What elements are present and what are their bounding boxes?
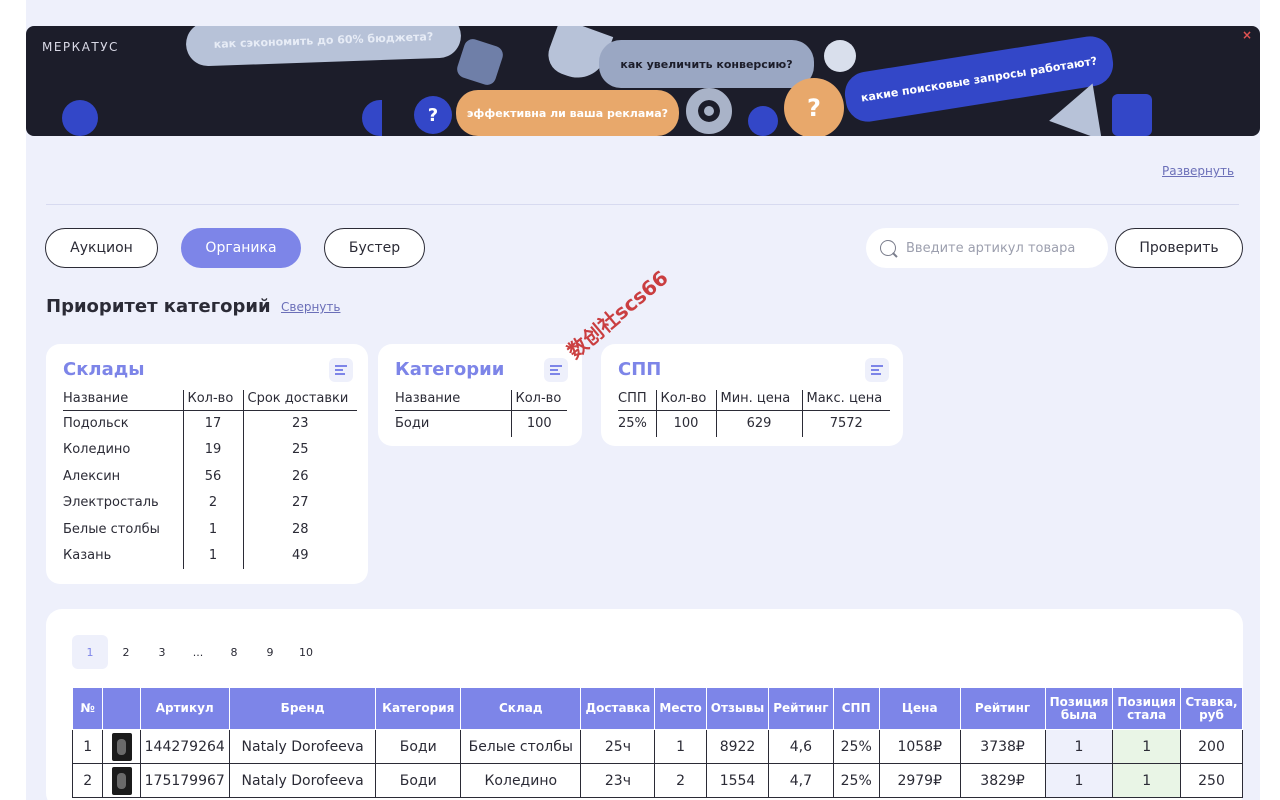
page-3[interactable]: 3 (144, 635, 180, 669)
col-header: Склад (460, 687, 582, 730)
table-row: Алексин 56 26 (63, 463, 357, 490)
warehouses-table: Название Кол-во Срок доставки Подольск 17… (63, 390, 357, 569)
col-header: СПП (832, 687, 880, 730)
col-header: Макс. цена (801, 390, 890, 411)
banner-bubble-conversion: как увеличить конверсию? (599, 40, 814, 88)
col-header: Срок доставки (242, 390, 357, 411)
collapse-link[interactable]: Свернуть (281, 300, 340, 314)
page-9[interactable]: 9 (252, 635, 288, 669)
check-button[interactable]: Проверить (1115, 228, 1243, 268)
col-header: Рейтинг (768, 687, 834, 730)
col-header: Позиция стала (1112, 687, 1181, 730)
table-row: 25% 100 629 7572 (618, 410, 890, 437)
col-header: Название (63, 390, 183, 411)
categories-card: Категории Название Кол-во Боди 100 (378, 344, 582, 446)
col-header: Ставка, руб (1180, 687, 1243, 730)
banner-bubble-ads: эффективна ли ваша реклама? (456, 90, 679, 136)
search-input[interactable] (906, 240, 1096, 256)
col-header: Позиция была (1044, 687, 1114, 730)
table-row[interactable]: 1 144279264 Nataly Dorofeeva Боди Белые … (71, 729, 1243, 764)
table-row: Коледино 19 25 (63, 436, 357, 463)
table-header: № Артикул Бренд Категория Склад Доставка… (71, 687, 1243, 730)
col-header: Доставка (580, 687, 656, 730)
page-8[interactable]: 8 (216, 635, 252, 669)
warehouses-card: Склады Название Кол-во Срок доставки Под… (46, 344, 368, 584)
page-1[interactable]: 1 (72, 635, 108, 669)
question-icon-orange: ? (784, 78, 844, 136)
card-title: СПП (618, 359, 662, 380)
banner-bubble-budget: как сэкономить до 60% бюджета? (185, 26, 462, 67)
question-icon: ? (414, 96, 452, 134)
banner-shape-tile (454, 36, 506, 88)
tab-organic[interactable]: Органика (181, 228, 301, 268)
card-title: Категории (395, 359, 505, 380)
col-header: Кол-во (182, 390, 243, 411)
promo-banner[interactable]: МЕРКАТУС как сэкономить до 60% бюджета? … (26, 26, 1260, 136)
sort-icon[interactable] (865, 358, 889, 382)
spp-table: СПП Кол-во Мин. цена Макс. цена 25% 100 62… (618, 390, 890, 437)
pagination: 1 2 3 ... 8 9 10 (72, 635, 324, 669)
merkatus-logo: МЕРКАТУС (42, 40, 119, 54)
results-panel: 1 2 3 ... 8 9 10 № Артикул Бренд Категор… (46, 609, 1243, 800)
banner-close-icon[interactable]: × (1242, 28, 1252, 42)
product-thumbnail[interactable] (111, 732, 132, 761)
table-row[interactable]: 2 175179967 Nataly Dorofeeva Боди Коледи… (71, 763, 1243, 798)
tab-booster[interactable]: Бустер (324, 228, 425, 268)
page-2[interactable]: 2 (108, 635, 144, 669)
gear-icon (686, 88, 732, 134)
table-row: Боди 100 (395, 410, 567, 437)
card-title: Склады (63, 359, 145, 380)
col-header: Место (654, 687, 707, 730)
search-icon (880, 240, 896, 256)
col-header: Отзывы (705, 687, 770, 730)
table-row: Подольск 17 23 (63, 410, 357, 437)
table-row: Казань 1 49 (63, 542, 357, 569)
sort-icon[interactable] (329, 358, 353, 382)
categories-table: Название Кол-во Боди 100 (395, 390, 567, 437)
section-title: Приоритет категорий (46, 296, 271, 317)
spp-card: СПП СПП Кол-во Мин. цена Макс. цена 25% 1… (601, 344, 903, 446)
article-search[interactable] (866, 228, 1108, 268)
col-header: Артикул (139, 687, 230, 730)
col-header: СПП (618, 390, 656, 411)
col-header: Бренд (228, 687, 377, 730)
col-header: Категория (375, 687, 462, 730)
product-thumbnail[interactable] (111, 766, 132, 795)
col-header: Кол-во (655, 390, 716, 411)
col-header: Кол-во (510, 390, 567, 411)
banner-shape-dot-mid (748, 106, 778, 136)
page-ellipsis: ... (192, 645, 204, 659)
col-header: Цена (878, 687, 961, 730)
divider (46, 204, 1239, 205)
sort-icon[interactable] (544, 358, 568, 382)
table-row: Электросталь 2 27 (63, 489, 357, 516)
banner-shape-dot-left (62, 100, 98, 136)
banner-shape-square (1112, 94, 1152, 136)
banner-shape-pie (824, 40, 856, 72)
col-header: Название (395, 390, 511, 411)
col-header: Рейтинг (959, 687, 1046, 730)
page-10[interactable]: 10 (288, 635, 324, 669)
results-table: № Артикул Бренд Категория Склад Доставка… (71, 687, 1243, 798)
col-header: № (71, 687, 104, 730)
table-row: Белые столбы 1 28 (63, 516, 357, 543)
col-header (102, 687, 141, 730)
col-header: Мин. цена (715, 390, 802, 411)
expand-link[interactable]: Развернуть (1162, 164, 1234, 178)
banner-shape-half (362, 100, 382, 136)
tab-auction[interactable]: Аукцион (45, 228, 158, 268)
